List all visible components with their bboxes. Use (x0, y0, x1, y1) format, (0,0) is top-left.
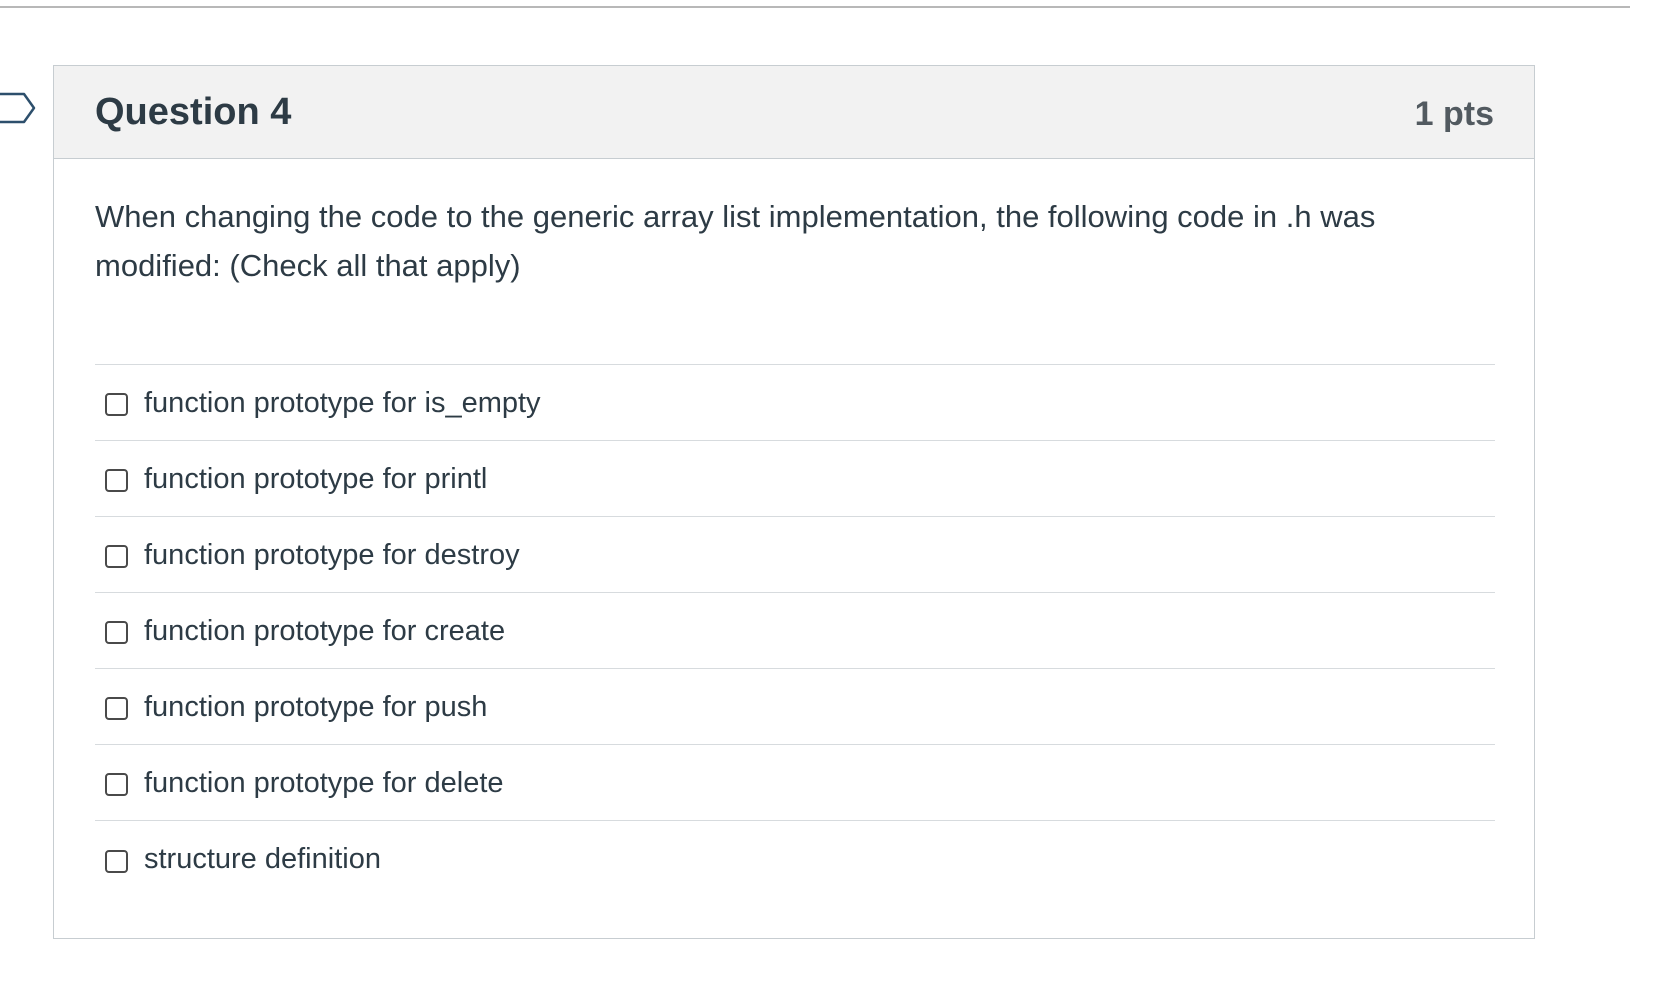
question-card: Question 4 1 pts When changing the code … (53, 65, 1535, 939)
question-header: Question 4 1 pts (54, 66, 1534, 159)
answer-label: structure definition (144, 843, 381, 875)
top-divider (0, 6, 1630, 8)
answer-checkbox[interactable] (105, 545, 128, 568)
answer-list: function prototype for is_empty function… (95, 364, 1495, 897)
flag-question-icon[interactable] (0, 91, 36, 125)
answer-option[interactable]: structure definition (95, 821, 1495, 897)
answer-option[interactable]: function prototype for push (95, 669, 1495, 745)
answer-checkbox[interactable] (105, 773, 128, 796)
answer-checkbox[interactable] (105, 469, 128, 492)
answer-checkbox[interactable] (105, 849, 128, 873)
answer-label: function prototype for printl (144, 462, 488, 495)
answer-option[interactable]: function prototype for delete (95, 745, 1495, 821)
answer-checkbox[interactable] (105, 393, 128, 416)
answer-option[interactable]: function prototype for destroy (95, 517, 1495, 593)
question-title: Question 4 (95, 91, 292, 133)
answer-checkbox[interactable] (105, 697, 128, 720)
answer-option[interactable]: function prototype for printl (95, 441, 1495, 517)
question-text: When changing the code to the generic ar… (95, 199, 1376, 283)
answer-label: function prototype for delete (144, 766, 504, 799)
answer-option[interactable]: function prototype for create (95, 593, 1495, 669)
answer-checkbox[interactable] (105, 621, 128, 644)
question-points: 1 pts (1414, 95, 1494, 133)
answer-label: function prototype for destroy (144, 538, 520, 571)
answer-label: function prototype for push (144, 690, 488, 723)
answer-label: function prototype for is_empty (144, 386, 541, 419)
answer-label: function prototype for create (144, 614, 506, 647)
answer-option[interactable]: function prototype for is_empty (95, 365, 1495, 441)
